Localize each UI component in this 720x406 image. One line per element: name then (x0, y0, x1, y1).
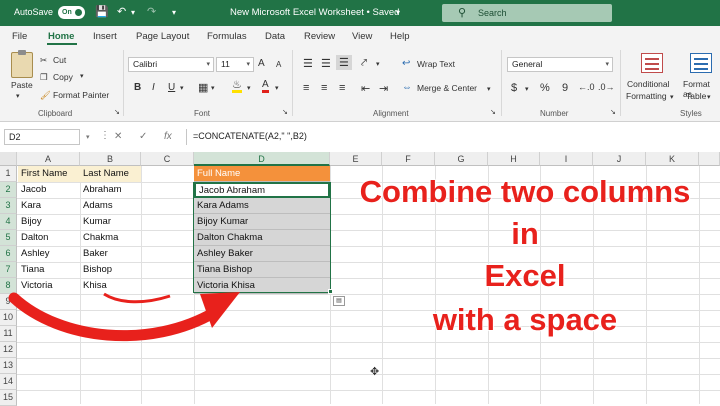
overlay-title-line2: in (510, 215, 539, 252)
overlay-title-line1: Combine two columns (359, 173, 691, 210)
overlay-title-line4: with a space (432, 301, 618, 338)
move-cursor-icon: ✥ (370, 366, 380, 378)
overlay-title-line3: Excel (484, 257, 567, 294)
